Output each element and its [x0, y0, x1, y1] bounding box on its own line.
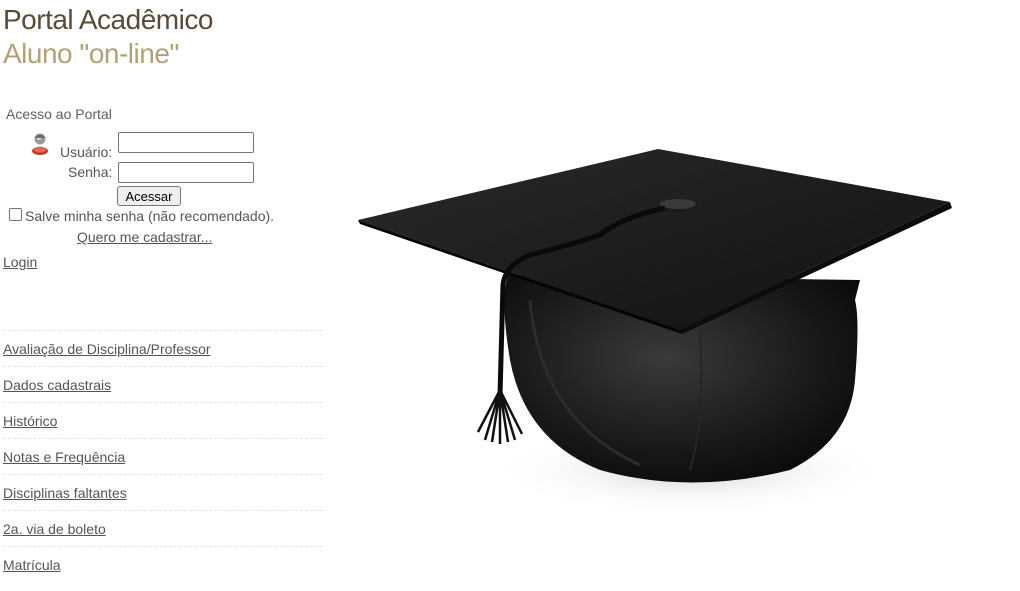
menu-item-disciplinas-faltantes[interactable]: Disciplinas faltantes [3, 474, 323, 510]
remember-password-checkbox[interactable] [9, 208, 22, 221]
login-heading: Acesso ao Portal [6, 106, 112, 122]
menu-item-label[interactable]: Notas e Frequência [3, 449, 125, 465]
student-menu: Avaliação de Disciplina/Professor Dados … [3, 330, 323, 582]
menu-item-avaliacao[interactable]: Avaliação de Disciplina/Professor [3, 330, 323, 366]
menu-item-label[interactable]: Dados cadastrais [3, 377, 111, 393]
menu-item-notas-frequencia[interactable]: Notas e Frequência [3, 438, 323, 474]
login-submit-button[interactable]: Acessar [117, 186, 181, 206]
login-link[interactable]: Login [3, 254, 37, 270]
signup-link[interactable]: Quero me cadastrar... [77, 229, 212, 245]
menu-item-label[interactable]: Histórico [3, 413, 57, 429]
graduation-cap-icon [358, 149, 952, 515]
username-input[interactable] [118, 132, 254, 153]
menu-item-label[interactable]: Avaliação de Disciplina/Professor [3, 341, 211, 357]
menu-item-boleto[interactable]: 2a. via de boleto [3, 510, 323, 546]
menu-item-label[interactable]: Matrícula [3, 557, 61, 573]
menu-item-label[interactable]: 2a. via de boleto [3, 521, 106, 537]
menu-item-matricula[interactable]: Matrícula [3, 546, 323, 582]
user-avatar-icon [32, 133, 48, 155]
password-input[interactable] [118, 162, 254, 183]
menu-item-historico[interactable]: Histórico [3, 402, 323, 438]
menu-item-dados-cadastrais[interactable]: Dados cadastrais [3, 366, 323, 402]
password-label: Senha: [68, 164, 113, 180]
username-label: Usuário: [60, 144, 113, 160]
page-subtitle: Aluno "on-line" [3, 38, 179, 69]
menu-item-label[interactable]: Disciplinas faltantes [3, 485, 127, 501]
page-title: Portal Acadêmico [3, 4, 213, 35]
portal-page: Portal Acadêmico Aluno "on-line" Acesso … [0, 0, 1020, 591]
remember-password-label: Salve minha senha (não recomendado). [25, 208, 275, 224]
